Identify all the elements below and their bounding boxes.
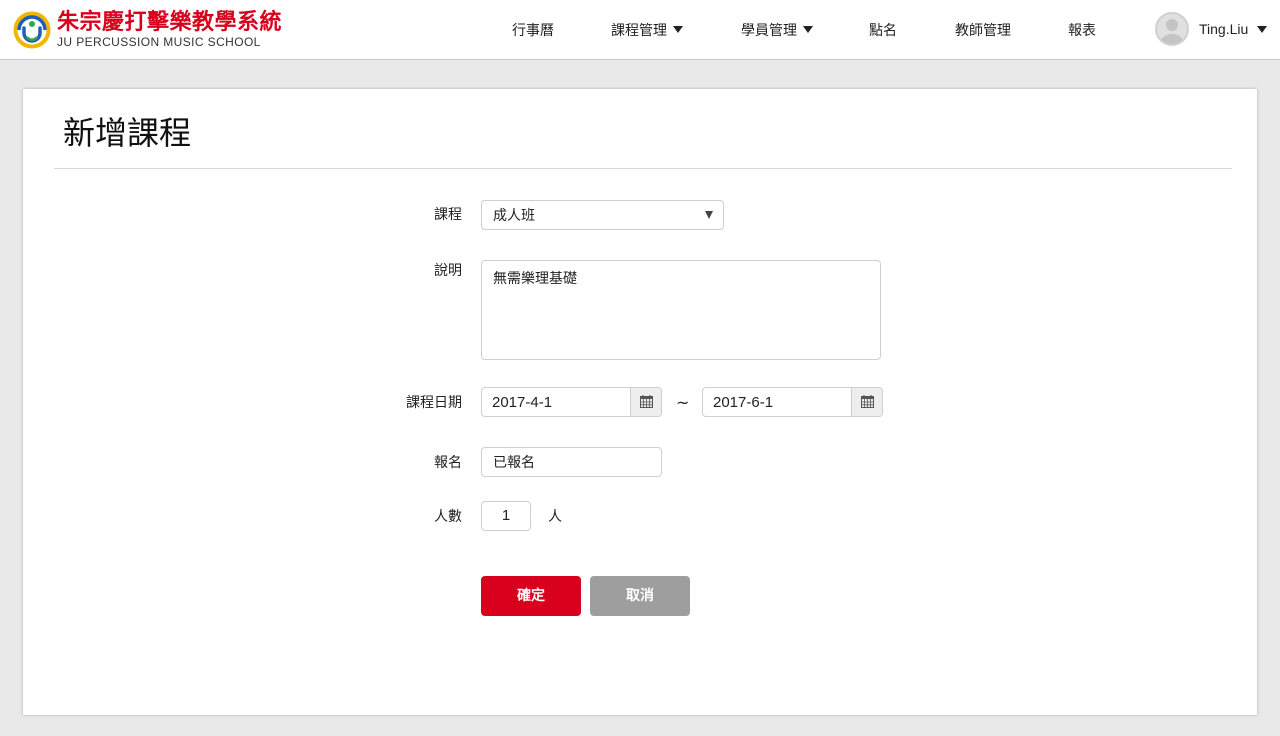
caret-down-icon (673, 26, 683, 33)
nav-reports[interactable]: 報表 (1068, 20, 1096, 42)
user-name: Ting.Liu (1199, 21, 1249, 37)
signup-label: 報名 (434, 455, 462, 471)
user-avatar-icon (1155, 12, 1189, 46)
title-divider (54, 168, 1232, 169)
nav-course-management-label: 課程管理 (611, 23, 667, 39)
end-date-picker-button[interactable] (851, 388, 882, 416)
logo-subtitle: JU PERCUSSION MUSIC SCHOOL (57, 35, 261, 49)
caret-down-icon (705, 211, 713, 219)
logo-title: 朱宗慶打擊樂教學系統 (57, 10, 283, 35)
end-date-field[interactable]: 2017-6-1 (702, 387, 883, 417)
count-input[interactable]: 1 (481, 501, 531, 531)
caret-down-icon (1257, 26, 1267, 33)
course-date-label: 課程日期 (406, 395, 462, 411)
date-separator: ~ (676, 393, 690, 412)
description-label: 說明 (434, 263, 462, 279)
course-select[interactable]: 成人班 (481, 200, 724, 230)
course-label: 課程 (434, 207, 462, 223)
description-textarea[interactable]: 無需樂理基礎 (481, 260, 881, 360)
nav-course-management[interactable]: 課程管理 (611, 20, 683, 42)
start-date-picker-button[interactable] (630, 388, 661, 416)
logo[interactable]: 朱宗慶打擊樂教學系統 JU PERCUSSION MUSIC SCHOOL (13, 10, 313, 52)
nav-teacher-management[interactable]: 教師管理 (955, 20, 1011, 42)
top-header: 朱宗慶打擊樂教學系統 JU PERCUSSION MUSIC SCHOOL 行事… (0, 0, 1280, 60)
nav-student-management[interactable]: 學員管理 (741, 20, 813, 42)
signup-input-value: 已報名 (493, 455, 535, 471)
caret-down-icon (803, 26, 813, 33)
logo-mark-icon (13, 11, 51, 49)
signup-input[interactable]: 已報名 (481, 447, 662, 477)
nav-teacher-management-label: 教師管理 (955, 23, 1011, 39)
course-select-value: 成人班 (493, 208, 535, 224)
add-course-card: 新增課程 課程 成人班 說明 無需樂理基礎 課程日期 2017-4-1 ~ 20… (23, 89, 1257, 715)
page-title: 新增課程 (63, 114, 192, 152)
confirm-button[interactable]: 確定 (481, 576, 581, 616)
start-date-value[interactable]: 2017-4-1 (492, 393, 552, 413)
calendar-icon (861, 395, 874, 408)
count-unit: 人 (548, 509, 562, 525)
nav-roll-call-label: 點名 (869, 23, 897, 39)
nav-calendar[interactable]: 行事曆 (512, 20, 554, 42)
nav-roll-call[interactable]: 點名 (869, 20, 897, 42)
nav-student-management-label: 學員管理 (741, 23, 797, 39)
start-date-field[interactable]: 2017-4-1 (481, 387, 662, 417)
nav-reports-label: 報表 (1068, 23, 1096, 39)
cancel-button[interactable]: 取消 (590, 576, 690, 616)
calendar-icon (640, 395, 653, 408)
nav-calendar-label: 行事曆 (512, 23, 554, 39)
end-date-value[interactable]: 2017-6-1 (713, 393, 773, 413)
count-label: 人數 (434, 509, 462, 525)
